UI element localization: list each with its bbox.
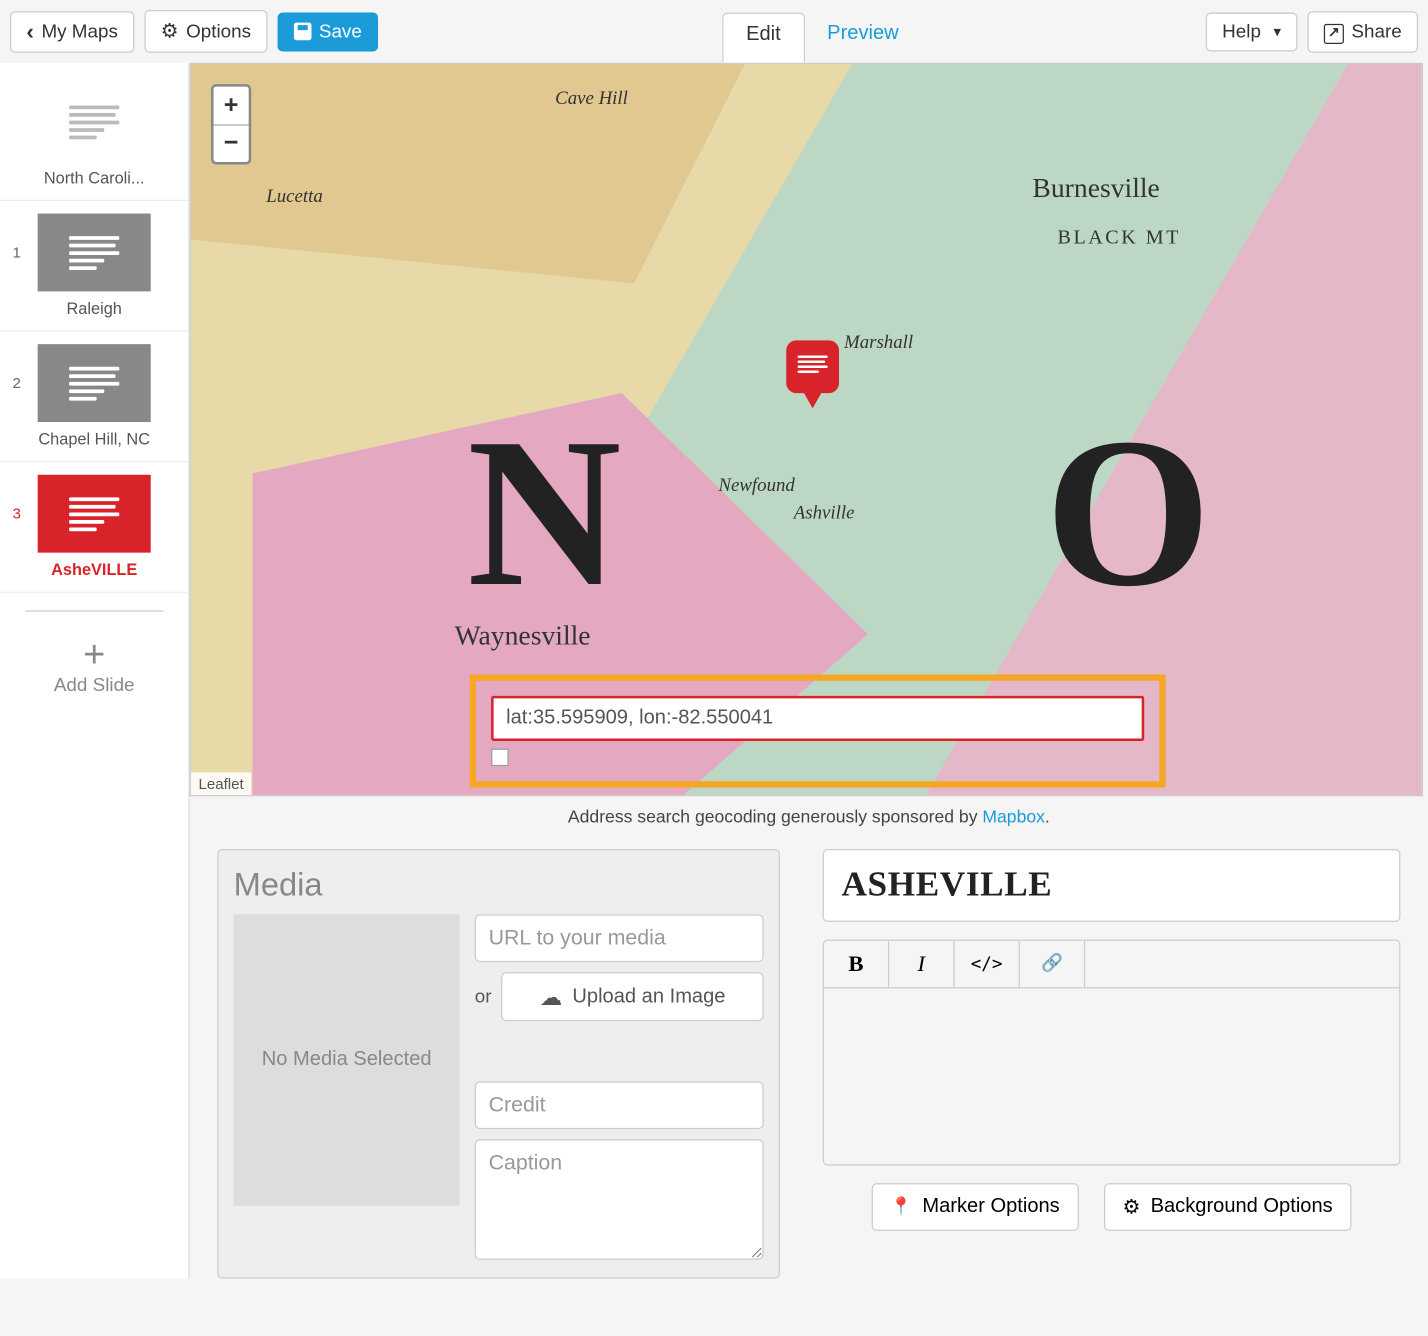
media-panel: Media No Media Selected or Upload an Ima… <box>217 849 780 1279</box>
mapbox-link[interactable]: Mapbox <box>982 806 1045 826</box>
slide-item-raleigh[interactable]: 1 Raleigh <box>0 201 188 332</box>
slide-number: 1 <box>13 244 21 262</box>
upload-image-button[interactable]: Upload an Image <box>502 972 764 1021</box>
map-town-marshall: Marshall <box>844 333 913 354</box>
share-button[interactable]: Share <box>1307 11 1418 52</box>
slide-item-asheville[interactable]: 3 AsheVILLE <box>0 462 188 593</box>
slides-sidebar: North Caroli... 1 Raleigh 2 Chapel Hill,… <box>0 63 190 1279</box>
share-label: Share <box>1351 21 1401 42</box>
map-town-newfound: Newfound <box>718 476 794 497</box>
media-title: Media <box>234 865 764 904</box>
italic-button[interactable]: I <box>889 941 954 989</box>
map-town-waynesville: Waynesville <box>455 619 591 652</box>
options-label: Options <box>186 21 251 42</box>
rich-text-editor: B I </> <box>823 939 1401 1165</box>
add-slide-button[interactable]: + Add Slide <box>0 629 188 721</box>
my-maps-button[interactable]: My Maps <box>10 11 134 52</box>
slide-number: 3 <box>13 505 21 523</box>
caption-input[interactable] <box>475 1139 764 1260</box>
location-input[interactable] <box>491 696 1144 741</box>
tab-edit[interactable]: Edit <box>722 13 804 63</box>
map-town-burnesville: Burnesville <box>1032 172 1159 205</box>
map-attribution: Leaflet <box>191 772 251 795</box>
credit-input[interactable] <box>475 1081 764 1129</box>
location-search-box <box>470 674 1166 787</box>
slide-number: 2 <box>13 374 21 392</box>
headline-input[interactable] <box>823 849 1401 922</box>
floppy-icon <box>294 23 312 41</box>
help-label: Help <box>1222 21 1261 42</box>
html-button[interactable]: </> <box>955 941 1020 989</box>
zoom-out-button[interactable]: − <box>214 124 249 162</box>
rte-body[interactable] <box>824 988 1399 1164</box>
add-slide-label: Add Slide <box>0 674 188 695</box>
link-button[interactable] <box>1020 941 1085 989</box>
gear-icon <box>161 19 179 44</box>
pin-icon <box>890 1196 912 1219</box>
share-icon <box>1324 19 1344 43</box>
zoom-in-button[interactable]: + <box>214 87 249 125</box>
slide-label: AsheVILLE <box>15 560 173 579</box>
rte-toolbar: B I </> <box>824 941 1399 989</box>
map-town-black-mt: BLACK MT <box>1058 227 1181 250</box>
plus-icon: + <box>0 637 188 675</box>
tabs: Edit Preview <box>722 13 921 63</box>
save-label: Save <box>319 21 362 42</box>
save-button[interactable]: Save <box>277 12 378 51</box>
cloud-upload-icon <box>540 983 563 1009</box>
map-town-cave-hill: Cave Hill <box>555 89 628 110</box>
or-label: or <box>475 986 492 1007</box>
background-options-button[interactable]: Background Options <box>1104 1183 1352 1231</box>
map-town-lucetta: Lucetta <box>266 187 323 208</box>
map-town-ashville: Ashville <box>794 504 855 525</box>
my-maps-label: My Maps <box>41 21 117 42</box>
overview-label: North Caroli... <box>15 168 173 187</box>
bold-button[interactable]: B <box>824 941 889 989</box>
overview-slide[interactable]: North Caroli... <box>0 70 188 201</box>
help-button[interactable]: Help <box>1206 12 1298 51</box>
tab-preview[interactable]: Preview <box>805 13 922 63</box>
slide-label: Raleigh <box>15 299 173 318</box>
sponsor-text: Address search geocoding generously spon… <box>190 796 1428 849</box>
zoom-control: + − <box>211 84 251 164</box>
map-marker[interactable] <box>786 340 839 393</box>
main-panel: Edit Preview N O Ashville Marshall Burne… <box>190 63 1428 1279</box>
map-canvas[interactable]: N O Ashville Marshall Burnesville BLACK … <box>190 63 1423 797</box>
top-toolbar: My Maps Options Save Help Share <box>0 0 1428 63</box>
media-preview: No Media Selected <box>234 914 460 1205</box>
media-url-input[interactable] <box>475 914 764 962</box>
options-button[interactable]: Options <box>144 10 267 53</box>
slide-item-chapel-hill[interactable]: 2 Chapel Hill, NC <box>0 332 188 463</box>
slide-label: Chapel Hill, NC <box>15 430 173 449</box>
marker-options-button[interactable]: Marker Options <box>872 1183 1079 1231</box>
location-checkbox[interactable] <box>491 749 509 767</box>
chevron-left-icon <box>26 19 34 43</box>
sidebar-divider <box>25 610 163 611</box>
gear-icon <box>1123 1194 1141 1219</box>
